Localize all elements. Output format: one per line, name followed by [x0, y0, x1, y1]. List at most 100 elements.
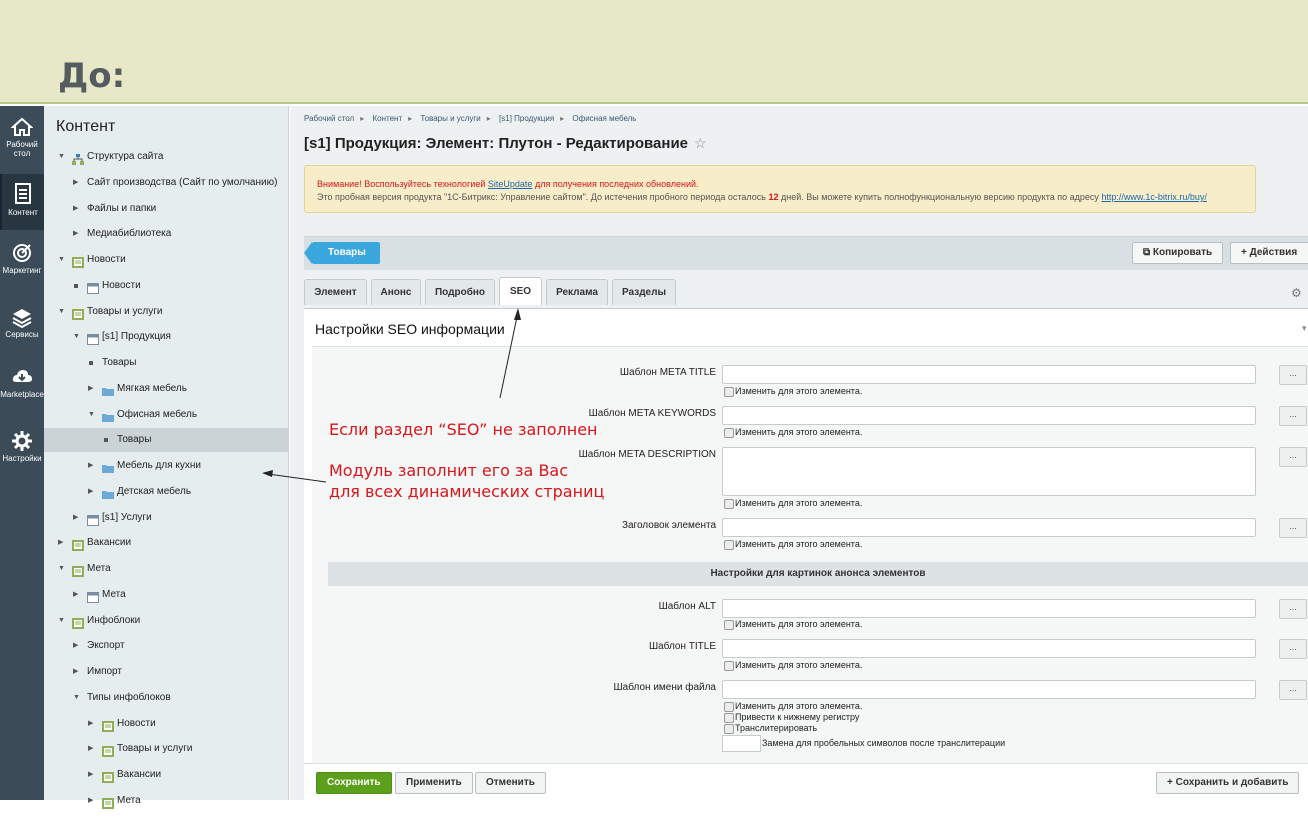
tab-settings-gear-icon[interactable]: ⚙	[1291, 286, 1302, 300]
chevron-right-icon[interactable]: ▶	[88, 480, 93, 504]
tab-announce[interactable]: Анонс	[371, 279, 421, 305]
apply-button[interactable]: Применить	[395, 772, 473, 794]
tree-item[interactable]: Товары	[44, 351, 288, 375]
nav-settings[interactable]: Настройки	[0, 430, 44, 486]
meta-keywords-override-checkbox[interactable]: Изменить для этого элемента.	[724, 427, 862, 438]
meta-title-override-checkbox[interactable]: Изменить для этого элемента.	[724, 386, 862, 397]
element-heading-override-checkbox[interactable]: Изменить для этого элемента.	[724, 539, 862, 550]
picture-filename-ellipsis-button[interactable]: ...	[1279, 680, 1307, 700]
tree-item[interactable]: ▼ Новости	[44, 248, 288, 272]
nav-content[interactable]: Контент	[0, 174, 44, 230]
star-icon[interactable]: ☆	[694, 135, 707, 151]
breadcrumb-item[interactable]: Контент	[372, 114, 402, 123]
tree-item[interactable]: ▶ Импорт	[44, 660, 288, 684]
breadcrumb-item[interactable]: Рабочий стол	[304, 114, 354, 123]
chevron-down-icon[interactable]: ▼	[58, 248, 65, 272]
chevron-down-icon[interactable]: ▼	[58, 609, 65, 633]
picture-title-input[interactable]	[722, 639, 1256, 658]
tree-item[interactable]: ▼ Инфоблоки	[44, 609, 288, 633]
nav-marketplace[interactable]: Marketplace	[0, 366, 44, 422]
tab-advertising[interactable]: Реклама	[546, 279, 608, 305]
save-and-add-button[interactable]: + Сохранить и добавить	[1156, 772, 1300, 794]
meta-title-input[interactable]	[722, 365, 1256, 384]
chevron-right-icon[interactable]: ▶	[73, 660, 78, 684]
nav-desktop[interactable]: Рабочий стол	[0, 116, 44, 172]
chevron-right-icon[interactable]: ▶	[88, 789, 93, 813]
picture-alt-input[interactable]	[722, 599, 1256, 618]
chevron-down-icon[interactable]: ▼	[88, 403, 95, 427]
chevron-right-icon[interactable]: ▶	[73, 506, 78, 530]
chevron-down-icon[interactable]: ▼	[73, 686, 80, 710]
tree-item[interactable]: ▼ Мета	[44, 557, 288, 581]
chevron-right-icon[interactable]: ▶	[88, 763, 93, 787]
tree-item[interactable]: ▶ Экспорт	[44, 634, 288, 658]
chevron-right-icon[interactable]: ▶	[88, 712, 93, 736]
nav-services[interactable]: Сервисы	[0, 306, 44, 362]
tree-item[interactable]: ▶ Товары и услуги	[44, 737, 288, 761]
meta-description-textarea[interactable]	[722, 447, 1256, 496]
siteupdate-link[interactable]: SiteUpdate	[488, 179, 533, 189]
chevron-down-icon[interactable]: ▼	[58, 557, 65, 581]
back-to-list-button[interactable]: Товары	[304, 242, 380, 264]
tree-item[interactable]: ▶ [s1] Услуги	[44, 506, 288, 530]
picture-alt-ellipsis-button[interactable]: ...	[1279, 599, 1307, 619]
tree-item[interactable]: ▶ Детская мебель	[44, 480, 288, 504]
tree-item[interactable]: ▶ Мета	[44, 583, 288, 607]
breadcrumb-item[interactable]: [s1] Продукция	[499, 114, 554, 123]
tab-seo[interactable]: SEO	[499, 277, 542, 305]
cancel-button[interactable]: Отменить	[475, 772, 546, 794]
tree-item[interactable]: Товары	[44, 428, 288, 453]
buy-link[interactable]: http://www.1c-bitrix.ru/buy/	[1101, 192, 1207, 202]
meta-description-override-checkbox[interactable]: Изменить для этого элемента.	[724, 498, 862, 509]
chevron-right-icon[interactable]: ▶	[73, 171, 78, 195]
chevron-right-icon[interactable]: ▶	[88, 454, 93, 478]
lowercase-checkbox[interactable]: Привести к нижнему регистру	[724, 712, 859, 723]
breadcrumb-item[interactable]: Товары и услуги	[420, 114, 480, 123]
tab-element[interactable]: Элемент	[304, 279, 367, 305]
meta-description-ellipsis-button[interactable]: ...	[1279, 447, 1307, 467]
picture-alt-override-checkbox[interactable]: Изменить для этого элемента.	[724, 619, 862, 630]
chevron-down-icon[interactable]: ▼	[58, 300, 65, 324]
chevron-down-icon[interactable]: ▾	[1302, 323, 1307, 334]
picture-title-override-checkbox[interactable]: Изменить для этого элемента.	[724, 660, 862, 671]
meta-title-ellipsis-button[interactable]: ...	[1279, 365, 1307, 385]
save-button[interactable]: Сохранить	[316, 772, 392, 794]
actions-button[interactable]: + Действия	[1230, 242, 1308, 264]
chevron-down-icon[interactable]: ▼	[58, 145, 65, 169]
meta-keywords-input[interactable]	[722, 406, 1256, 425]
meta-keywords-ellipsis-button[interactable]: ...	[1279, 406, 1307, 426]
element-heading-input[interactable]	[722, 518, 1256, 537]
tree-item[interactable]: Новости	[44, 274, 288, 298]
picture-title-ellipsis-button[interactable]: ...	[1279, 639, 1307, 659]
tab-detail[interactable]: Подробно	[425, 279, 495, 305]
tree-item[interactable]: ▶ Сайт производства (Сайт по умолчанию)	[44, 171, 288, 195]
chevron-right-icon[interactable]: ▶	[88, 737, 93, 761]
tree-item[interactable]: ▶ Мебель для кухни	[44, 454, 288, 478]
tree-item[interactable]: ▶ Мета	[44, 789, 288, 813]
tree-item[interactable]: ▼ [s1] Продукция	[44, 325, 288, 349]
tree-item[interactable]: ▼ Товары и услуги	[44, 300, 288, 324]
breadcrumb-item[interactable]: Офисная мебель	[572, 114, 636, 123]
tree-item[interactable]: ▶ Мягкая мебель	[44, 377, 288, 401]
chevron-right-icon[interactable]: ▶	[73, 634, 78, 658]
picture-filename-input[interactable]	[722, 680, 1256, 699]
tree-item[interactable]: ▶ Вакансии	[44, 531, 288, 555]
tree-item[interactable]: ▼ Структура сайта	[44, 145, 288, 169]
transliterate-checkbox[interactable]: Транслитерировать	[724, 723, 817, 734]
element-heading-ellipsis-button[interactable]: ...	[1279, 518, 1307, 538]
tab-sections[interactable]: Разделы	[612, 279, 676, 305]
copy-button[interactable]: ⧉ Копировать	[1132, 242, 1224, 264]
chevron-right-icon[interactable]: ▶	[73, 583, 78, 607]
tree-item[interactable]: ▶ Файлы и папки	[44, 197, 288, 221]
chevron-right-icon[interactable]: ▶	[73, 222, 78, 246]
tree-item[interactable]: ▶ Новости	[44, 712, 288, 736]
tree-item[interactable]: ▼ Типы инфоблоков	[44, 686, 288, 710]
tree-item[interactable]: ▶ Вакансии	[44, 763, 288, 787]
nav-marketing[interactable]: Маркетинг	[0, 242, 44, 298]
tree-item[interactable]: ▶ Медиабиблиотека	[44, 222, 288, 246]
picture-filename-override-checkbox[interactable]: Изменить для этого элемента.	[724, 701, 862, 712]
chevron-right-icon[interactable]: ▶	[73, 197, 78, 221]
chevron-right-icon[interactable]: ▶	[58, 531, 63, 555]
space-replace-input[interactable]	[722, 735, 761, 752]
chevron-down-icon[interactable]: ▼	[73, 325, 80, 349]
